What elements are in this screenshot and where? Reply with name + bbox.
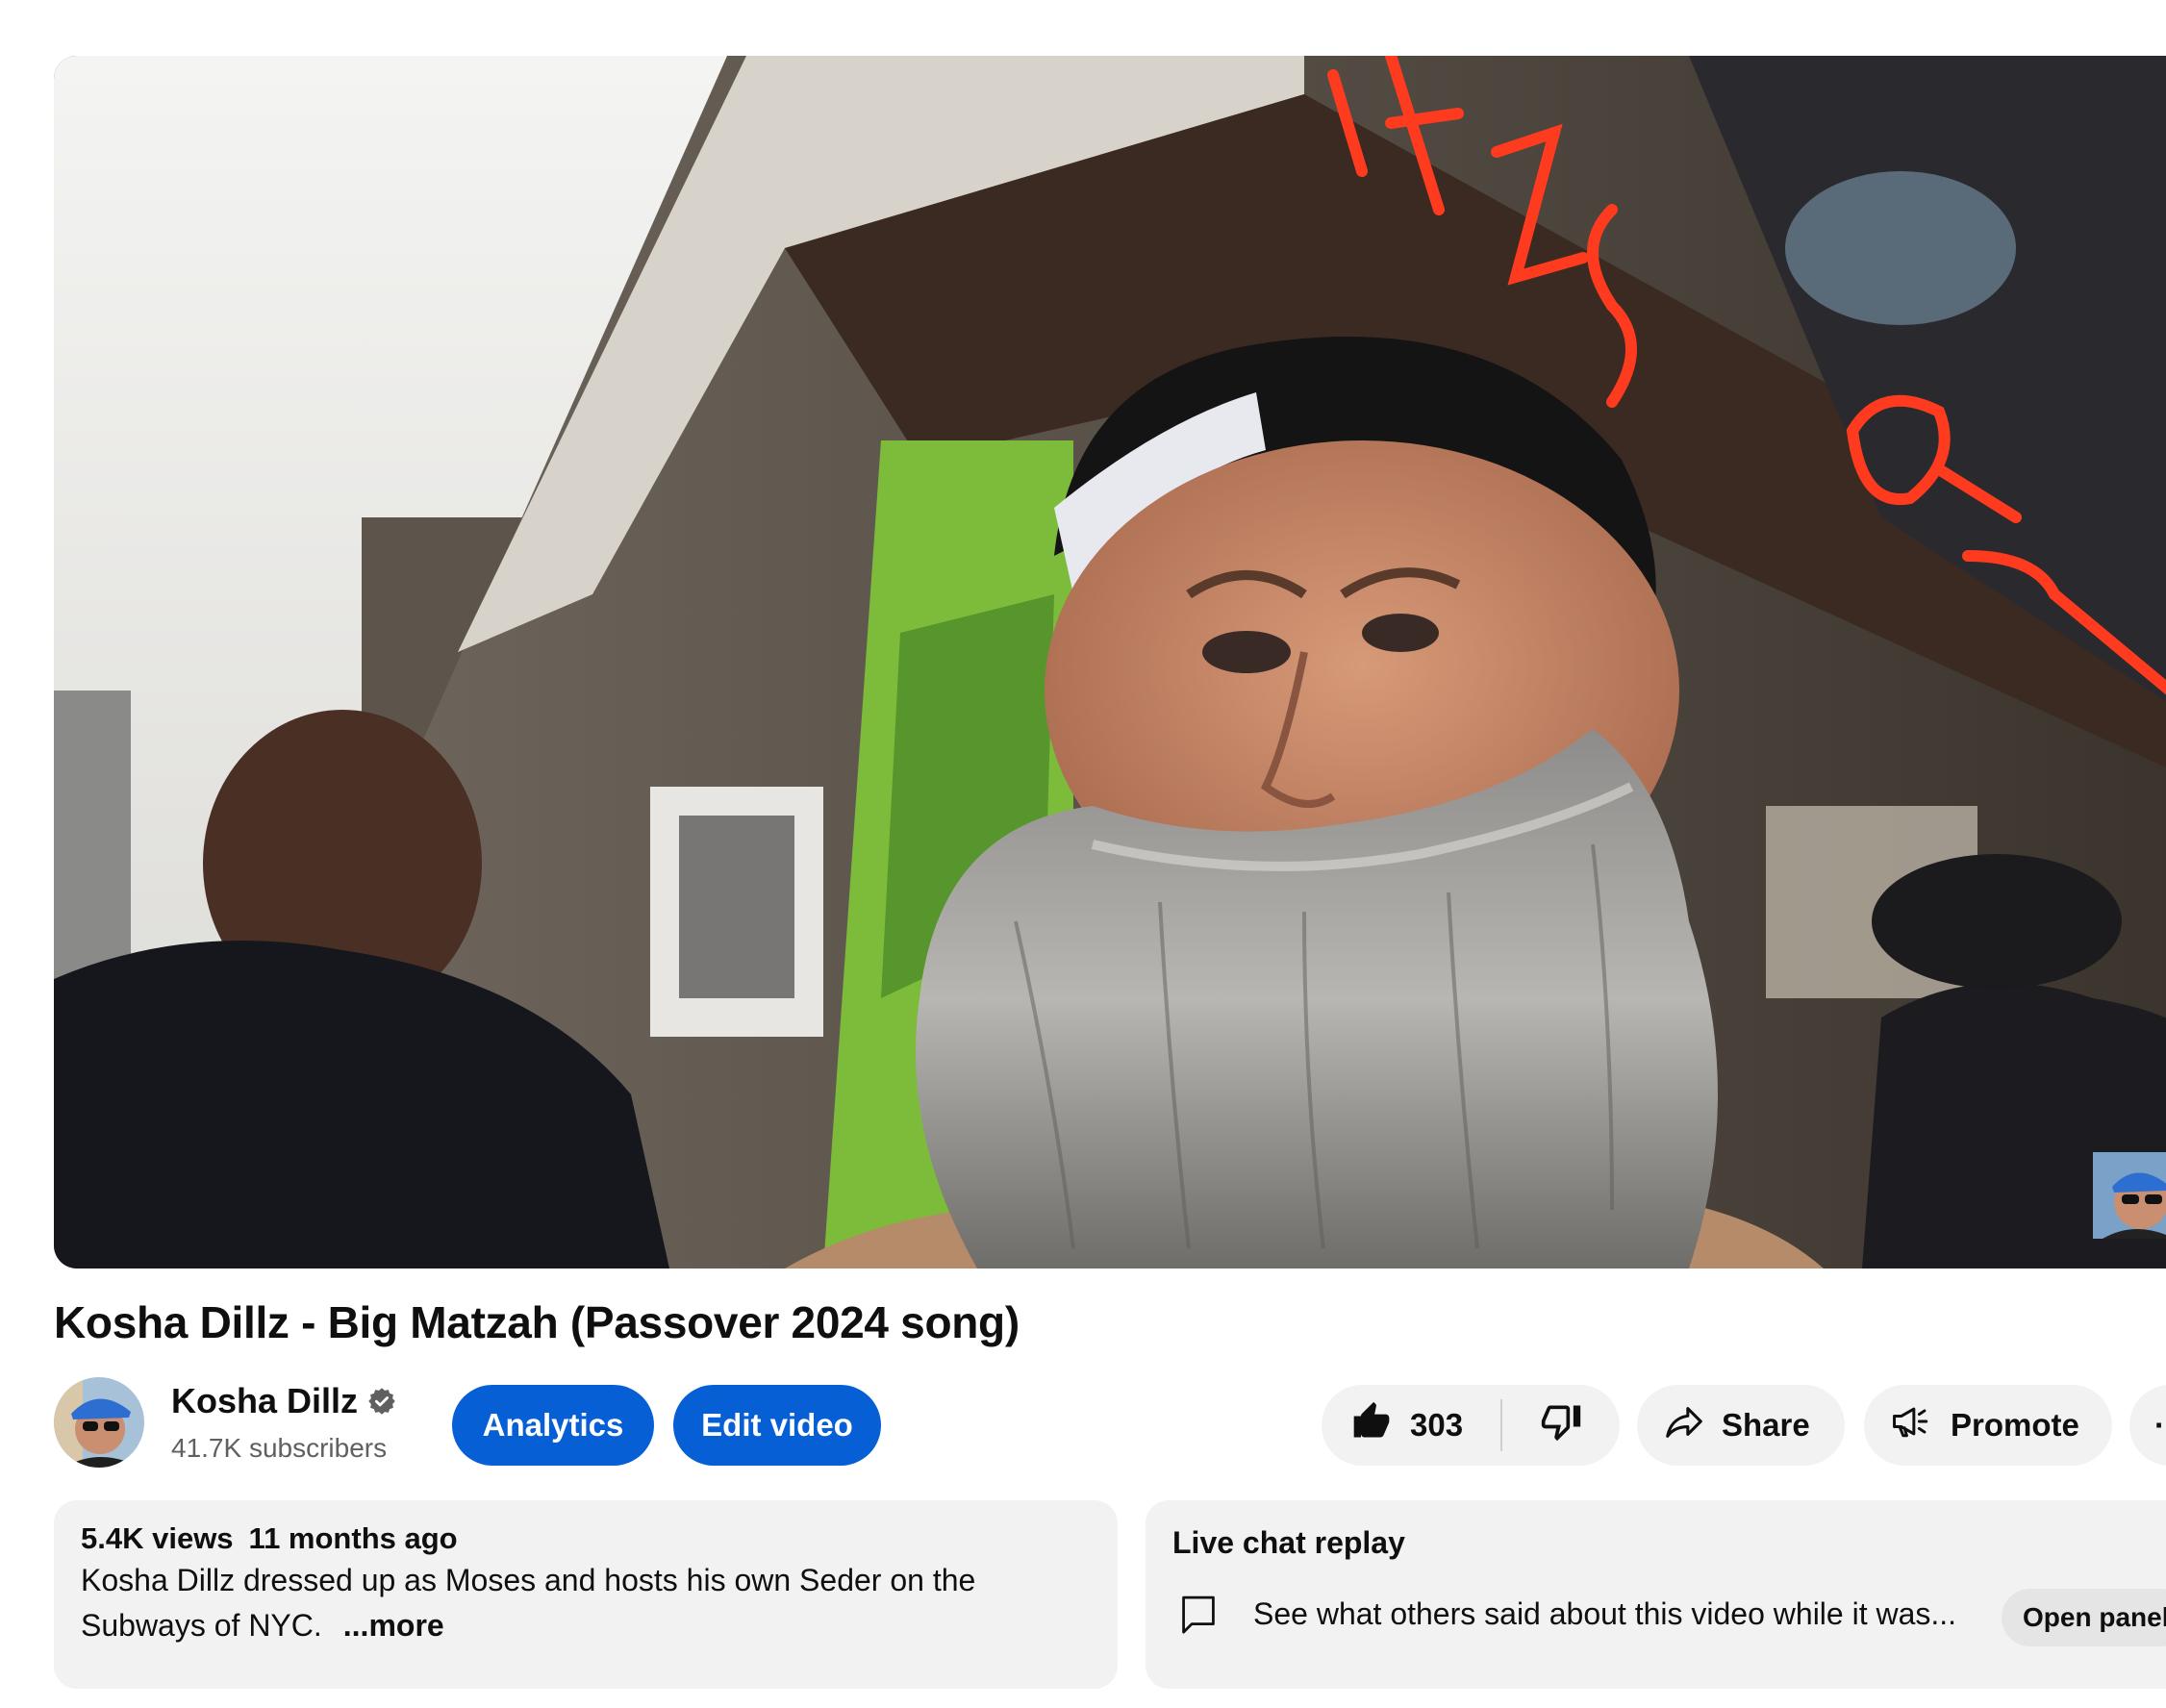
live-chat-replay-box: Live chat replay See what others said ab…: [1146, 1500, 2166, 1689]
more-actions-button[interactable]: ···: [2129, 1385, 2166, 1466]
edit-video-button[interactable]: Edit video: [673, 1385, 881, 1466]
description-box[interactable]: 5.4K views 11 months ago Kosha Dillz dres…: [54, 1500, 1118, 1689]
share-arrow-icon: [1662, 1399, 1706, 1451]
channel-watermark[interactable]: [2093, 1152, 2166, 1239]
watch-page: Kosha Dillz - Big Matzah (Passover 2024 …: [0, 0, 2166, 1708]
megaphone-icon: [1889, 1399, 1935, 1451]
like-dislike-group: 303: [1322, 1385, 1620, 1466]
share-button[interactable]: Share: [1637, 1385, 1845, 1466]
dislike-button[interactable]: [1502, 1385, 1620, 1466]
channel-info: Kosha Dillz: [171, 1381, 396, 1421]
chat-bubble-icon: [1178, 1593, 1219, 1639]
video-title: Kosha Dillz - Big Matzah (Passover 2024 …: [54, 1297, 1020, 1347]
description-text: Kosha Dillz dressed up as Moses and host…: [81, 1558, 1091, 1648]
description-meta: 5.4K views 11 months ago: [81, 1521, 1091, 1556]
thumbs-up-icon: [1350, 1400, 1393, 1450]
like-count: 303: [1410, 1407, 1464, 1443]
analytics-button[interactable]: Analytics: [452, 1385, 654, 1466]
subscriber-count: 41.7K subscribers: [171, 1433, 388, 1463]
promote-button[interactable]: Promote: [1864, 1385, 2112, 1466]
share-label: Share: [1722, 1407, 1810, 1443]
channel-name[interactable]: Kosha Dillz: [171, 1381, 358, 1421]
channel-avatar[interactable]: [54, 1377, 144, 1468]
view-count: 5.4K views: [81, 1521, 234, 1555]
video-frame: [54, 56, 2166, 1268]
upload-age: 11 months ago: [248, 1521, 458, 1555]
thumbs-down-icon: [1540, 1400, 1582, 1450]
live-chat-title: Live chat replay: [1172, 1525, 1405, 1560]
promote-label: Promote: [1951, 1407, 2079, 1443]
description-more-link[interactable]: ...more: [343, 1608, 444, 1643]
like-button[interactable]: 303: [1322, 1385, 1500, 1466]
open-panel-button[interactable]: Open panel: [2002, 1589, 2166, 1646]
verified-check-icon: [367, 1387, 396, 1416]
description-body: Kosha Dillz dressed up as Moses and host…: [81, 1563, 976, 1643]
live-chat-description: See what others said about this video wh…: [1253, 1596, 1957, 1631]
video-player[interactable]: [54, 56, 2166, 1268]
more-dots-icon: ···: [2154, 1407, 2166, 1443]
